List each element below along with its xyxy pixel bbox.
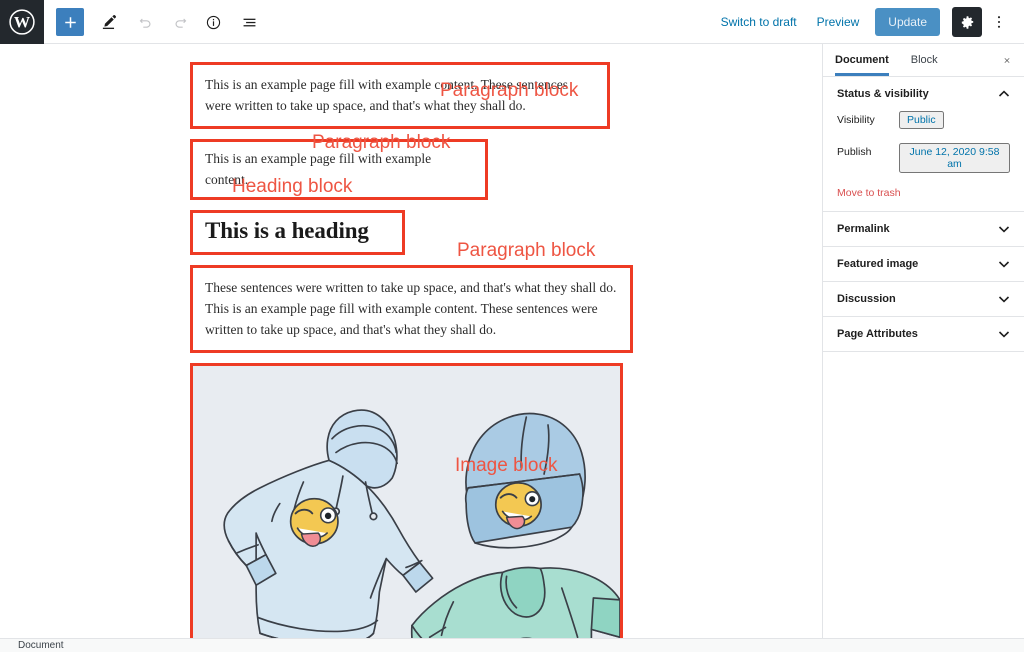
- kebab-menu-icon[interactable]: [986, 7, 1012, 37]
- tab-document[interactable]: Document: [835, 45, 895, 76]
- panel-title: Page Attributes: [837, 328, 918, 340]
- panel-page-attributes-header[interactable]: Page Attributes: [823, 317, 1024, 351]
- panel-status-visibility-body: Visibility Public Publish June 12, 2020 …: [823, 111, 1024, 211]
- publish-label: Publish: [837, 146, 872, 158]
- chevron-down-icon: [998, 223, 1010, 235]
- pencil-icon[interactable]: [94, 7, 124, 37]
- visibility-value[interactable]: Public: [899, 111, 944, 129]
- panel-discussion: Discussion: [823, 282, 1024, 317]
- annotation-paragraph-2: Paragraph block: [312, 132, 451, 153]
- wordpress-block-editor: W Switch to draft Preview Update This is…: [0, 0, 1024, 652]
- switch-to-draft-button[interactable]: Switch to draft: [711, 10, 807, 34]
- panel-permalink: Permalink: [823, 212, 1024, 247]
- panel-title: Permalink: [837, 223, 890, 235]
- panel-featured-image: Featured image: [823, 247, 1024, 282]
- tab-block[interactable]: Block: [911, 45, 944, 75]
- panel-page-attributes: Page Attributes: [823, 317, 1024, 352]
- image-block[interactable]: [190, 363, 623, 638]
- panel-title: Discussion: [837, 293, 896, 305]
- editor-canvas[interactable]: This is an example page fill with exampl…: [0, 44, 822, 638]
- heading-text[interactable]: This is a heading: [205, 216, 390, 246]
- chevron-up-icon: [998, 88, 1010, 100]
- chevron-down-icon: [998, 328, 1010, 340]
- annotation-image: Image block: [455, 455, 558, 476]
- panel-title: Status & visibility: [837, 88, 929, 100]
- paragraph-text[interactable]: These sentences were written to take up …: [205, 277, 618, 340]
- editor-tools: [56, 0, 270, 44]
- redo-arrow-icon[interactable]: [166, 7, 196, 37]
- publish-value[interactable]: June 12, 2020 9:58 am: [899, 143, 1010, 173]
- undo-arrow-icon[interactable]: [130, 7, 160, 37]
- editor-top-bar: W Switch to draft Preview Update: [0, 0, 1024, 44]
- panel-status-visibility-header[interactable]: Status & visibility: [823, 77, 1024, 111]
- list-view-icon[interactable]: [234, 7, 264, 37]
- annotation-paragraph-3: Paragraph block: [457, 240, 596, 261]
- annotation-paragraph-1: Paragraph block: [440, 80, 579, 101]
- breadcrumb[interactable]: Document: [18, 639, 64, 653]
- close-icon[interactable]: [998, 51, 1016, 69]
- preview-button[interactable]: Preview: [807, 10, 870, 34]
- chevron-down-icon: [998, 293, 1010, 305]
- move-to-trash-button[interactable]: Move to trash: [837, 187, 901, 199]
- panel-permalink-header[interactable]: Permalink: [823, 212, 1024, 246]
- annotation-heading: Heading block: [232, 176, 353, 197]
- row-visibility: Visibility Public: [837, 111, 1010, 129]
- merchandise-illustration: [193, 366, 620, 638]
- wordpress-logo-icon[interactable]: W: [0, 0, 44, 44]
- panel-featured-image-header[interactable]: Featured image: [823, 247, 1024, 281]
- gear-icon[interactable]: [952, 7, 982, 37]
- panel-title: Featured image: [837, 258, 919, 270]
- editor-bottom-bar: Document: [0, 638, 1024, 652]
- row-publish: Publish June 12, 2020 9:58 am: [837, 143, 1010, 173]
- info-circle-icon[interactable]: [198, 7, 228, 37]
- paragraph-block-3[interactable]: These sentences were written to take up …: [190, 265, 633, 353]
- panel-status-visibility: Status & visibility Visibility Public Pu…: [823, 77, 1024, 212]
- visibility-label: Visibility: [837, 114, 875, 126]
- chevron-down-icon: [998, 258, 1010, 270]
- heading-block[interactable]: This is a heading: [190, 210, 405, 255]
- panel-discussion-header[interactable]: Discussion: [823, 282, 1024, 316]
- add-block-button[interactable]: [56, 8, 84, 36]
- update-button[interactable]: Update: [875, 8, 940, 36]
- svg-text:W: W: [14, 14, 30, 32]
- sidebar-tabs: Document Block: [823, 44, 1024, 77]
- settings-sidebar: Document Block Status & visibility Visib…: [822, 44, 1024, 638]
- publish-actions: Switch to draft Preview Update: [711, 0, 1012, 44]
